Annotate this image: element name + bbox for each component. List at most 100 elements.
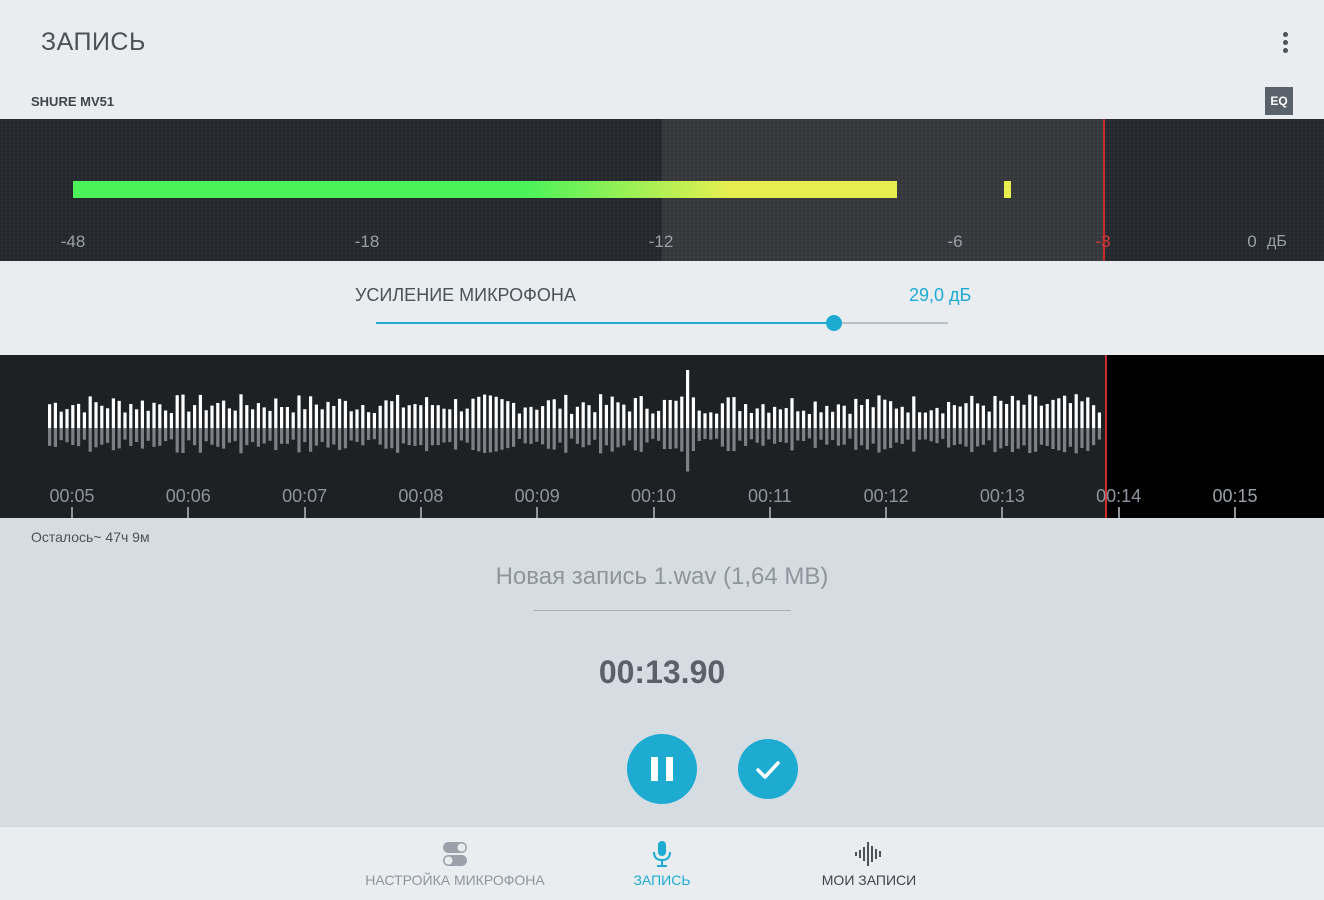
waveform-bar-reflection xyxy=(523,428,527,444)
waveform-bar-reflection xyxy=(140,428,144,449)
waveform-bar-reflection xyxy=(709,428,713,440)
waveform-bar xyxy=(941,413,945,428)
waveform-bar-reflection xyxy=(378,428,382,445)
waveform-timeline[interactable]: 00:05 00:06 00:07 00:08 00:09 00:10 00:11 00:12… xyxy=(0,355,1324,518)
waveform-bar-reflection xyxy=(918,428,922,440)
mic-gain-slider-fill xyxy=(376,322,834,324)
nav-item-record[interactable]: ЗАПИСЬ xyxy=(602,827,722,900)
waveform-bar xyxy=(929,410,933,428)
waveform-bar-reflection xyxy=(1097,428,1101,440)
waveform-bar xyxy=(465,408,469,428)
waveform-bar-reflection xyxy=(343,428,347,449)
mic-gain-label: УСИЛЕНИЕ МИКРОФОНА xyxy=(355,285,576,305)
waveform-bar-reflection xyxy=(593,428,597,440)
waveform-bar-reflection xyxy=(517,428,521,439)
waveform-bar-reflection xyxy=(790,428,794,451)
waveform-bar xyxy=(686,370,690,428)
waveform-bar-reflection xyxy=(987,428,991,441)
waveform-bar-reflection xyxy=(906,428,910,440)
timeline-tick xyxy=(1234,507,1236,518)
waveform-bar xyxy=(1074,394,1078,428)
pause-icon-bar xyxy=(666,757,673,781)
waveform-bar-reflection xyxy=(761,428,765,446)
waveform-bar xyxy=(749,413,753,428)
recording-filename[interactable]: Новая запись 1.wav (1,64 MB) xyxy=(0,563,1324,591)
waveform-bar-reflection xyxy=(477,428,481,452)
waveform-bar-reflection xyxy=(338,428,342,450)
waveform-bar xyxy=(894,408,898,428)
waveform-bar-reflection xyxy=(912,428,916,452)
waveform-bar xyxy=(1028,394,1032,428)
waveform-bar-reflection xyxy=(865,428,869,450)
waveform-bar-reflection xyxy=(628,428,632,441)
waveform-bar-reflection xyxy=(198,428,202,453)
waveform-bar-reflection xyxy=(193,428,197,446)
pause-button[interactable] xyxy=(627,734,697,804)
waveform-bar xyxy=(976,403,980,428)
waveform-bar-reflection xyxy=(732,428,736,452)
waveform-bar xyxy=(216,403,220,428)
waveform-bar-reflection xyxy=(541,428,545,445)
toggles-icon xyxy=(443,842,467,866)
waveform-bar-reflection xyxy=(448,428,452,443)
waveform-bar-reflection xyxy=(314,428,318,446)
waveform-bar xyxy=(59,411,63,428)
waveform-bar-reflection xyxy=(720,428,724,447)
waveform-bar-reflection xyxy=(500,428,504,450)
mic-gain-slider-thumb[interactable] xyxy=(825,315,842,331)
waveform-bar-reflection xyxy=(245,428,249,446)
waveform-bar xyxy=(923,412,927,428)
waveform-bar-reflection xyxy=(894,428,898,443)
waveform-bar xyxy=(593,412,597,428)
waveform-bar xyxy=(483,394,487,428)
waveform-bar xyxy=(413,404,417,428)
waveform-bar-reflection xyxy=(401,428,405,444)
nav-item-my-recordings[interactable]: МОИ ЗАПИСИ xyxy=(799,827,939,900)
finish-button[interactable] xyxy=(738,739,798,799)
waveform-bar-reflection xyxy=(94,428,98,448)
waveform-bar xyxy=(285,407,289,428)
waveform-bar xyxy=(198,394,202,428)
timeline-tick xyxy=(303,507,306,518)
waveform-bar-reflection xyxy=(1045,428,1049,446)
waveform-bar xyxy=(744,404,748,428)
waveform-bar-reflection xyxy=(778,428,782,442)
waveform-bar xyxy=(401,407,405,428)
meter-tick: -48 xyxy=(60,232,86,251)
mic-gain-slider[interactable] xyxy=(376,315,948,331)
waveform-bar-reflection xyxy=(390,428,394,449)
waveform-bar xyxy=(361,405,365,428)
level-meter: -48 -18 -12 -6 -3 0 дБ xyxy=(0,119,1324,261)
waveform-bar xyxy=(564,394,568,428)
waveform-bar-reflection xyxy=(836,428,840,446)
waveform-bar-reflection xyxy=(396,428,400,453)
waveform-bar-reflection xyxy=(935,428,939,444)
waveform-bar-reflection xyxy=(744,428,748,446)
waveform-bar xyxy=(999,400,1003,428)
waveform-bar-reflection xyxy=(558,428,562,443)
waveform-bar xyxy=(471,398,475,428)
waveform-bar-reflection xyxy=(251,428,255,442)
waveform-bar xyxy=(425,397,429,428)
waveform-bar-reflection xyxy=(662,428,666,450)
waveform-bar xyxy=(947,402,951,428)
waveform-bar xyxy=(454,399,458,428)
waveform-bar-reflection xyxy=(883,428,887,450)
nav-item-mic-settings[interactable]: НАСТРОЙКА МИКРОФОНА xyxy=(355,827,555,900)
nav-item-label: ЗАПИСЬ xyxy=(633,872,691,888)
eq-button[interactable]: EQ xyxy=(1265,87,1293,115)
waveform-bar xyxy=(268,410,272,428)
waveform-bar-reflection xyxy=(1010,428,1014,453)
waveform-bar-reflection xyxy=(1051,428,1055,449)
waveform-bar-reflection xyxy=(59,428,63,441)
waveform-bar-reflection xyxy=(280,428,284,444)
timeline-label: 00:09 xyxy=(514,486,560,506)
more-vert-icon[interactable] xyxy=(1272,28,1298,56)
waveform-bar-reflection xyxy=(923,428,927,440)
waveform-bar-reflection xyxy=(877,428,881,453)
meter-tick: 0 xyxy=(1247,232,1257,251)
waveform-bar xyxy=(94,402,98,428)
waveform-bar xyxy=(517,413,521,428)
waveform-bar xyxy=(53,402,57,428)
waveform-bar xyxy=(384,400,388,428)
